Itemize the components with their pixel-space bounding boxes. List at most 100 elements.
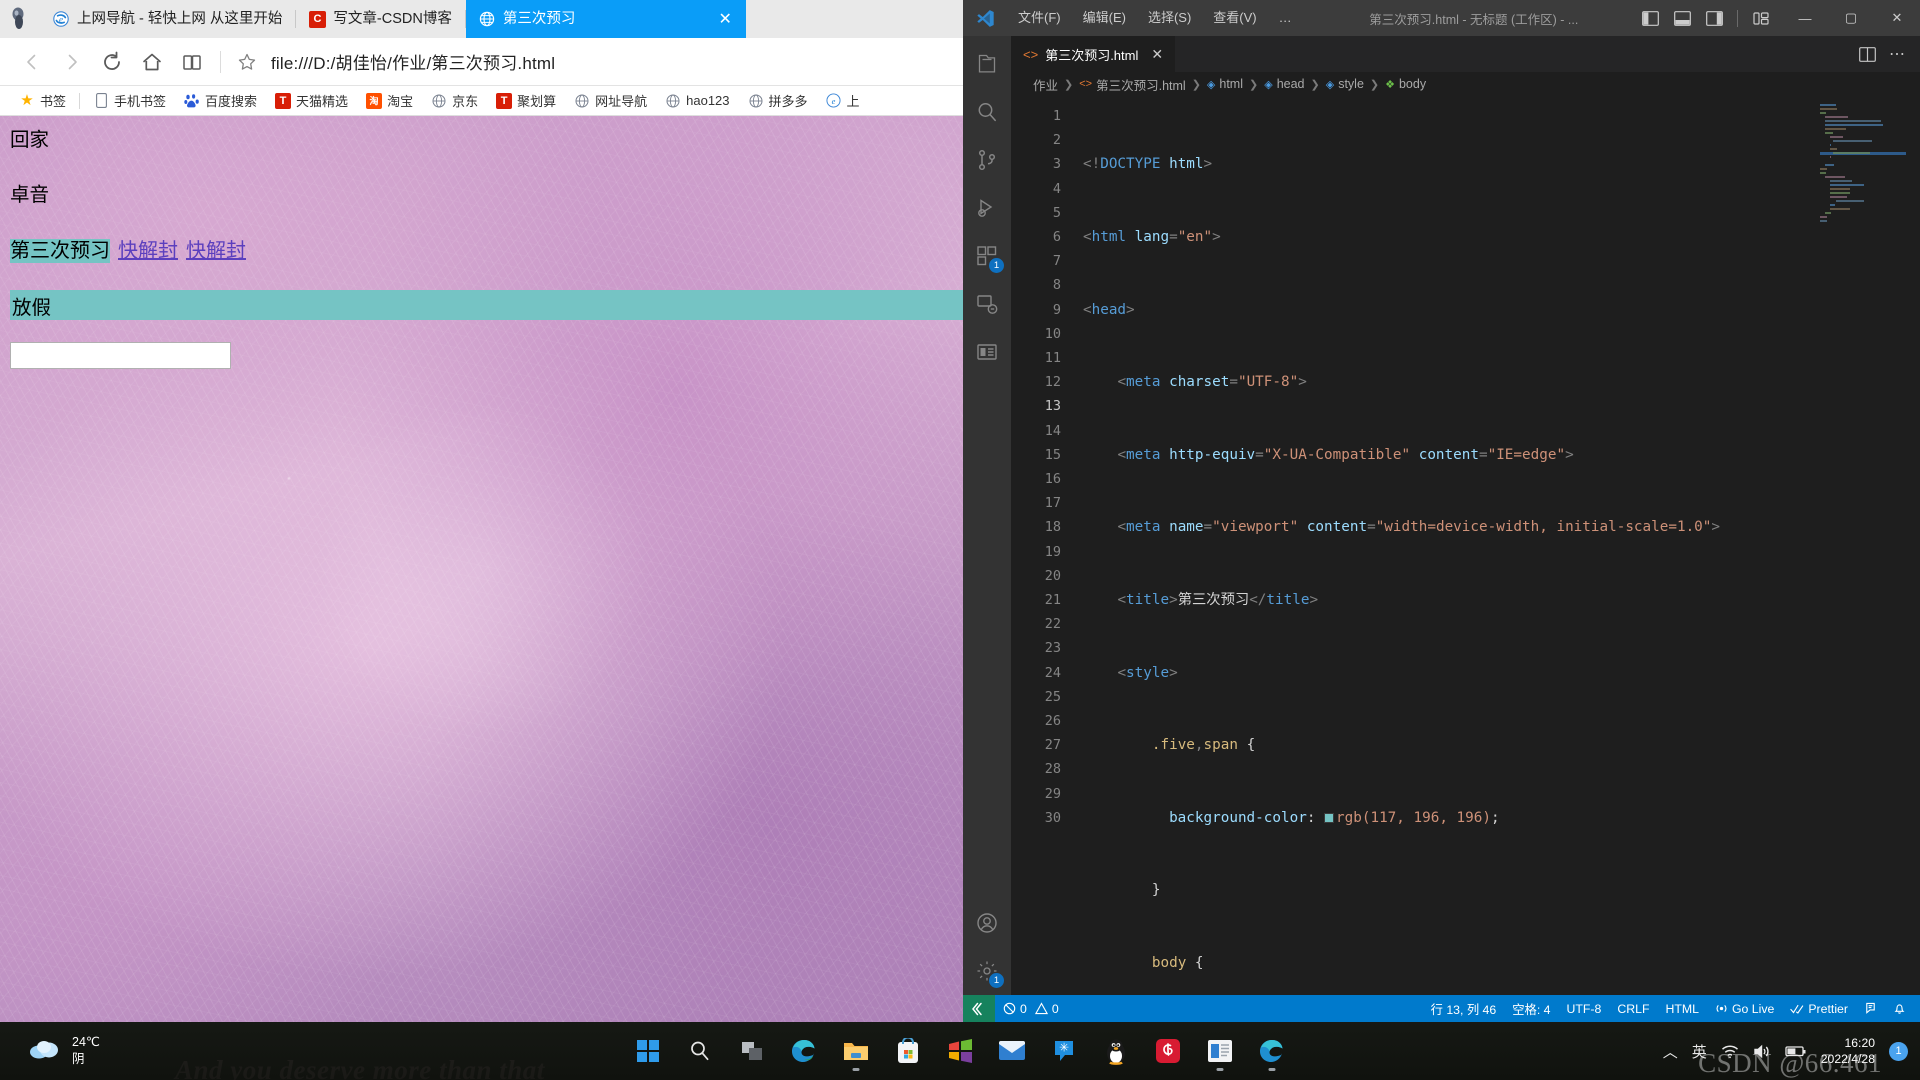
sidebar-item-search[interactable] [963, 88, 1011, 136]
breadcrumb-item-5[interactable]: ❖ body [1385, 77, 1426, 91]
browser-tab-close-button[interactable]: ✕ [700, 9, 731, 29]
chevron-up-icon[interactable]: ︿ [1663, 1041, 1678, 1062]
back-button[interactable] [12, 42, 52, 82]
bell-icon[interactable] [1885, 995, 1914, 1022]
file-explorer-icon[interactable] [835, 1030, 877, 1072]
split-editor-icon[interactable] [1852, 39, 1882, 69]
minimap-line [1820, 160, 1906, 163]
bookmark-item-5[interactable]: 京东 [422, 88, 487, 114]
editor-minimap[interactable] [1820, 96, 1906, 995]
wechat-dev-icon[interactable]: ✳ [1043, 1030, 1085, 1072]
maximize-button[interactable]: ▢ [1828, 0, 1874, 36]
toggle-secondary-sidebar-icon[interactable] [1699, 3, 1729, 33]
menu-file[interactable]: 文件(F) [1007, 0, 1072, 36]
cursor-position[interactable]: 行 13, 列 46 [1423, 995, 1505, 1022]
menu-selection[interactable]: 选择(S) [1137, 0, 1202, 36]
bookmark-item-2[interactable]: 百度搜索 [175, 88, 266, 114]
browser-tab-2[interactable]: 第三次预习 ✕ [465, 0, 746, 38]
code-editor[interactable]: 1 2 3 4 5 6 7 8 9 10 11 12 13 14 15 16 17 18 19 20 21 22 23 24 2… [1011, 96, 1920, 995]
edge-browser-icon[interactable] [783, 1030, 825, 1072]
code-content[interactable]: <!DOCTYPE html> <html lang="en"> <head> … [1083, 96, 1920, 995]
breadcrumb-item-0[interactable]: 作业 [1033, 75, 1058, 94]
sidebar-item-explorer[interactable] [963, 40, 1011, 88]
windows-taskbar: 24℃ 阴 ✳ ︿ 英 16:20 2022/4/28 1 [0, 1022, 1920, 1080]
bookmark-item-1[interactable]: 手机书签 [84, 88, 175, 114]
breadcrumb-item-1[interactable]: <> 第三次预习.html [1079, 75, 1185, 94]
breadcrumb-label: style [1338, 77, 1364, 91]
menu-view[interactable]: 查看(V) [1202, 0, 1267, 36]
minimap-line [1820, 175, 1906, 179]
windows-store-color-icon[interactable] [939, 1030, 981, 1072]
sidebar-item-settings[interactable]: 1 [963, 947, 1011, 995]
edge-dev-icon[interactable] [1251, 1030, 1293, 1072]
bookmark-item-6[interactable]: T 聚划算 [487, 88, 565, 114]
sidebar-item-remote-explorer[interactable] [963, 280, 1011, 328]
eol-setting[interactable]: CRLF [1609, 995, 1657, 1022]
feedback-icon[interactable] [1856, 995, 1885, 1022]
qq-penguin-icon[interactable] [1095, 1030, 1137, 1072]
breadcrumb-item-2[interactable]: ◈ html [1207, 77, 1243, 91]
address-bar-url[interactable]: file:///D:/胡佳怡/作业/第三次预习.html [265, 49, 555, 74]
minimap-line [1820, 179, 1906, 183]
breadcrumb-item-3[interactable]: ◈ head [1264, 77, 1304, 91]
bookmark-item-9[interactable]: 拼多多 [739, 88, 817, 114]
page-link-1[interactable]: 快解封 [118, 240, 178, 262]
taskbar-search-icon[interactable] [679, 1030, 721, 1072]
go-live-button[interactable]: Go Live [1707, 995, 1782, 1022]
minimize-button[interactable]: — [1782, 0, 1828, 36]
bookmarks-bar: ★ 书签 手机书签 百度搜索 T 天猫精选 淘 淘宝 京东 T 聚划算 网址导航… [0, 86, 963, 116]
menu-more[interactable]: … [1268, 0, 1303, 36]
sidebar-item-source-control[interactable] [963, 136, 1011, 184]
close-button[interactable]: ✕ [1874, 0, 1920, 36]
line-number: 15 [1044, 446, 1061, 463]
menu-edit[interactable]: 编辑(E) [1072, 0, 1137, 36]
browser-window: e 上网导航 - 轻快上网 从这里开始 C 写文章-CSDN博客 第三次预习 ✕… [0, 0, 963, 1022]
browser-tab-1[interactable]: C 写文章-CSDN博客 [296, 0, 466, 38]
mail-icon[interactable] [991, 1030, 1033, 1072]
microsoft-store-icon[interactable] [887, 1030, 929, 1072]
bookmark-item-8[interactable]: hao123 [656, 88, 738, 114]
task-view-icon[interactable] [731, 1030, 773, 1072]
customize-layout-icon[interactable] [1746, 3, 1776, 33]
bookmark-item-4[interactable]: 淘 淘宝 [357, 88, 422, 114]
home-button[interactable] [132, 42, 172, 82]
page-link-2[interactable]: 快解封 [186, 240, 246, 262]
remote-indicator-button[interactable] [963, 995, 995, 1022]
editor-tab-active[interactable]: <> 第三次预习.html ✕ [1011, 36, 1176, 72]
reload-button[interactable] [92, 42, 132, 82]
notification-badge[interactable]: 1 [1889, 1041, 1908, 1061]
prettier-button[interactable]: Prettier [1782, 995, 1856, 1022]
reading-mode-icon[interactable] [172, 42, 212, 82]
bookmark-item-0[interactable]: ★ 书签 [10, 88, 75, 114]
sidebar-item-accounts[interactable] [963, 899, 1011, 947]
bookmark-item-7[interactable]: 网址导航 [565, 88, 656, 114]
browser-tab-0[interactable]: e 上网导航 - 轻快上网 从这里开始 [40, 0, 297, 38]
sidebar-item-run-debug[interactable] [963, 184, 1011, 232]
editor-scrollbar[interactable] [1906, 96, 1920, 995]
indentation-setting[interactable]: 空格: 4 [1504, 995, 1558, 1022]
breadcrumb-item-4[interactable]: ◈ style [1326, 77, 1364, 91]
file-encoding[interactable]: UTF-8 [1559, 995, 1610, 1022]
netease-music-icon[interactable] [1147, 1030, 1189, 1072]
toggle-panel-icon[interactable] [1667, 3, 1697, 33]
bookmark-label: 百度搜索 [205, 94, 258, 109]
window-controls: — ▢ ✕ [1782, 0, 1920, 36]
bookmark-item-3[interactable]: T 天猫精选 [266, 88, 357, 114]
language-mode[interactable]: HTML [1657, 995, 1706, 1022]
more-actions-icon[interactable]: ⋯ [1882, 39, 1912, 69]
problems-button[interactable]: 0 0 [995, 995, 1067, 1022]
page-text-input[interactable] [10, 342, 231, 370]
juhuasuan-icon: T [496, 92, 513, 109]
wps-office-icon[interactable] [1199, 1030, 1241, 1072]
sidebar-item-live-preview[interactable] [963, 328, 1011, 376]
line-number: 2 [1052, 132, 1061, 149]
forward-button[interactable] [52, 42, 92, 82]
editor-tab-close-icon[interactable]: ✕ [1151, 46, 1163, 63]
line-number: 29 [1044, 785, 1061, 802]
windows-start-button[interactable] [627, 1030, 669, 1072]
toggle-primary-sidebar-icon[interactable] [1635, 3, 1665, 33]
sidebar-item-extensions[interactable]: 1 [963, 232, 1011, 280]
editor-tab-bar: <> 第三次预习.html ✕ ⋯ [1011, 36, 1920, 72]
bookmark-star-icon[interactable] [229, 44, 265, 80]
bookmark-item-10[interactable]: e 上 [817, 88, 869, 114]
